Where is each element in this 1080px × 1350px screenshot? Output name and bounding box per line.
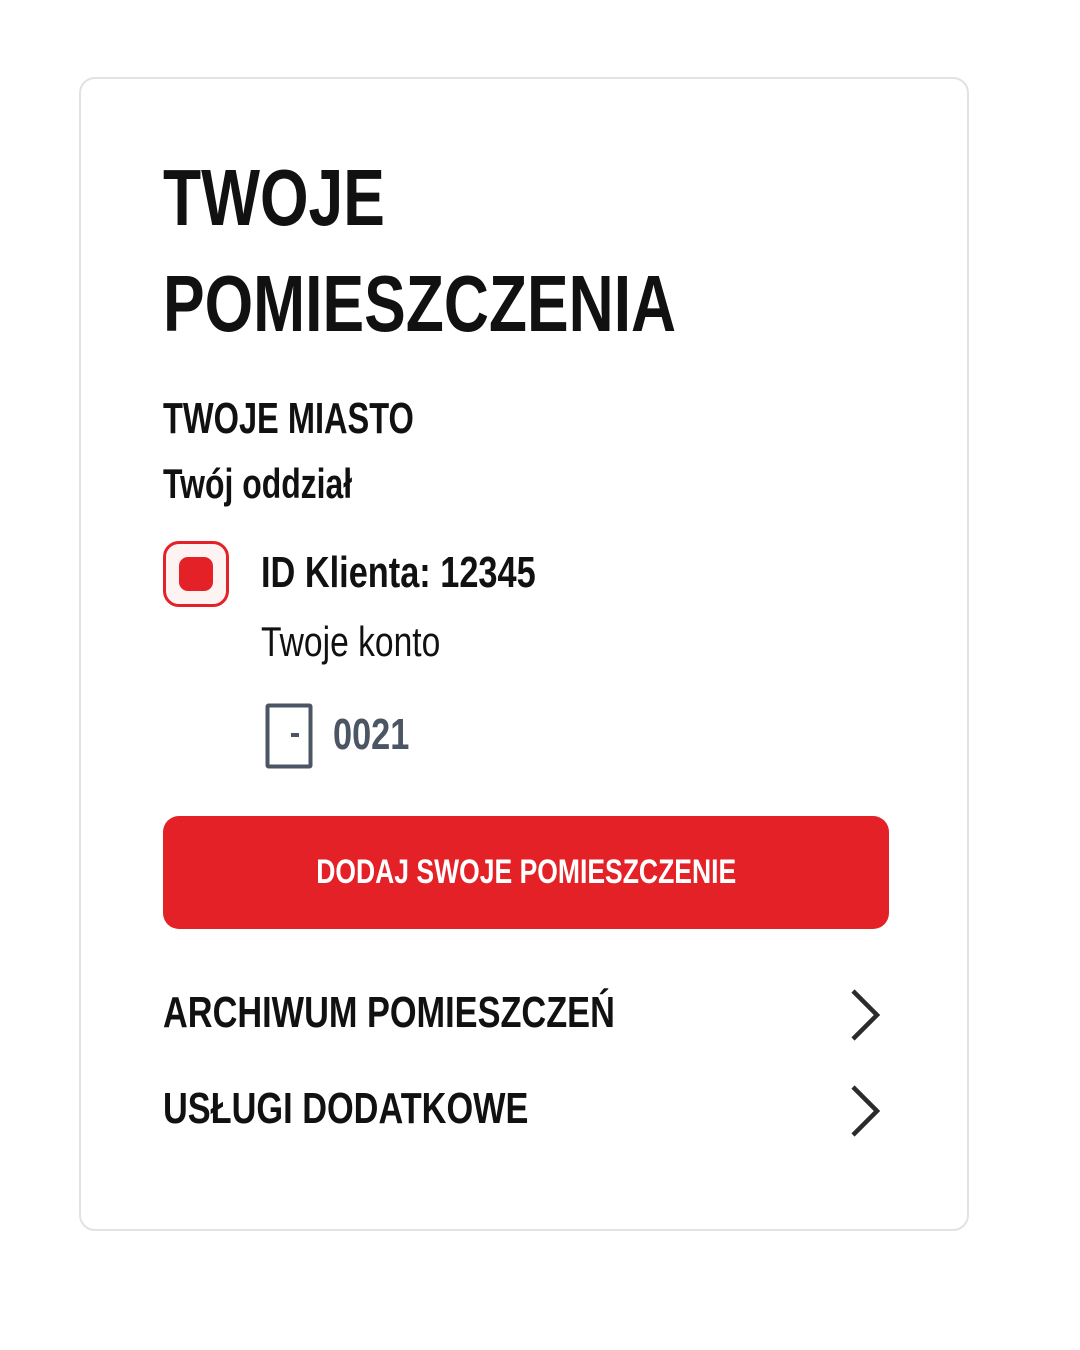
page-title-line-2: POMIESZCZENIA [163,259,677,348]
client-id-text: ID Klienta: 12345 [261,548,536,597]
account-square-icon [163,541,229,607]
city-name-text: TWOJE MIASTO [163,394,414,443]
additional-services-link[interactable]: USŁUGI DODATKOWE [163,1075,883,1145]
account-name-text: Twoje konto [261,618,441,665]
page-title: TWOJE POMIESZCZENIA [163,145,821,357]
additional-services-label: USŁUGI DODATKOWE [163,1083,632,1135]
account-name: Twoje konto [261,617,485,667]
chevron-right-icon [851,1085,881,1137]
rooms-card: TWOJE POMIESZCZENIA TWOJE MIASTO Twój od… [79,77,969,1231]
client-id: ID Klienta: 12345 [261,547,613,599]
room-number: 0021 [333,709,431,761]
branch-name-text: Twój oddział [163,460,353,507]
branch-name: Twój oddział [163,459,412,509]
archive-rooms-label: ARCHIWUM POMIESZCZEŃ [163,987,742,1039]
add-room-button[interactable]: DODAJ SWOJE POMIESZCZENIE [163,816,889,929]
room-number-text: 0021 [333,710,410,759]
archive-rooms-link[interactable]: ARCHIWUM POMIESZCZEŃ [163,979,883,1049]
archive-rooms-label-text: ARCHIWUM POMIESZCZEŃ [163,988,615,1037]
door-icon [265,703,313,769]
city-name: TWOJE MIASTO [163,393,502,445]
chevron-right-icon [851,989,881,1041]
page-title-line-1: TWOJE [163,153,385,242]
add-room-button-label: DODAJ SWOJE POMIESZCZENIE [316,853,736,891]
account-square-icon-dot [179,557,213,591]
additional-services-label-text: USŁUGI DODATKOWE [163,1084,529,1133]
